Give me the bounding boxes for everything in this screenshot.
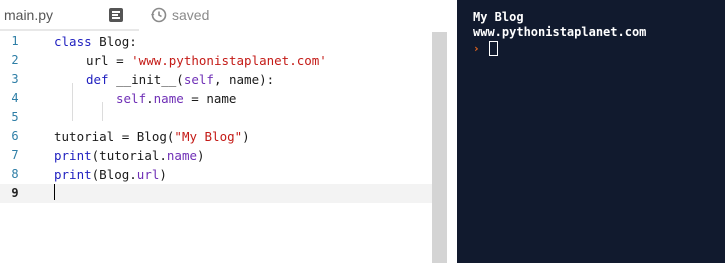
line-number: 3 bbox=[11, 72, 19, 86]
code-text: print(Blog.url) bbox=[54, 167, 167, 182]
indent-guide bbox=[102, 102, 103, 121]
code-text: class Blog: bbox=[54, 34, 137, 49]
code-line[interactable]: 3 def __init__(self, name): bbox=[0, 70, 432, 89]
terminal-cursor bbox=[489, 41, 498, 56]
code-text: tutorial = Blog("My Blog") bbox=[54, 129, 250, 144]
code-line[interactable]: 8 print(Blog.url) bbox=[0, 165, 432, 184]
code-line[interactable]: 2 url = 'www.pythonistaplanet.com' bbox=[0, 51, 432, 70]
console-output: My Blog www.pythonistaplanet.com bbox=[473, 10, 646, 40]
code-text: def __init__(self, name): bbox=[86, 72, 275, 87]
code-editor[interactable]: 1 class Blog: 2 url = 'www.pythonistapla… bbox=[0, 32, 432, 263]
code-text: print(tutorial.name) bbox=[54, 148, 205, 163]
line-number: 5 bbox=[11, 110, 19, 124]
console-pane[interactable]: My Blog www.pythonistaplanet.com › bbox=[457, 0, 725, 263]
code-token: name bbox=[153, 91, 184, 106]
code-token: def bbox=[86, 72, 109, 87]
code-text: self.name = name bbox=[116, 91, 237, 106]
line-number: 6 bbox=[11, 129, 19, 143]
line-number: 8 bbox=[11, 167, 19, 181]
line-number: 2 bbox=[11, 53, 19, 67]
code-token: 'www.pythonistaplanet.com' bbox=[131, 53, 327, 68]
code-line-active[interactable]: 9 bbox=[0, 184, 432, 203]
file-tab-label: main.py bbox=[4, 7, 54, 23]
editor-tab-bar: main.py saved bbox=[0, 0, 447, 31]
code-token: class bbox=[54, 34, 92, 49]
code-token: self bbox=[183, 72, 214, 87]
line-number: 9 bbox=[11, 186, 19, 200]
file-tab-main-py[interactable]: main.py bbox=[0, 0, 139, 31]
code-line[interactable]: 1 class Blog: bbox=[0, 32, 432, 51]
console-output-line: My Blog bbox=[473, 10, 524, 24]
history-icon bbox=[151, 7, 167, 23]
line-number: 1 bbox=[11, 34, 19, 48]
saved-status: saved bbox=[172, 7, 210, 23]
console-output-line: www.pythonistaplanet.com bbox=[473, 25, 647, 39]
code-text: url = 'www.pythonistaplanet.com' bbox=[86, 53, 327, 68]
files-icon[interactable] bbox=[109, 8, 123, 22]
code-token: print bbox=[54, 148, 92, 163]
code-line[interactable]: 5 bbox=[0, 108, 432, 127]
code-token: "My Blog" bbox=[174, 129, 243, 144]
code-token: self bbox=[116, 91, 147, 106]
editor-pane: main.py saved 1 class Blog: 2 url = 'www… bbox=[0, 0, 447, 263]
code-line[interactable]: 4 self.name = name bbox=[0, 89, 432, 108]
editor-scrollbar[interactable] bbox=[432, 32, 447, 263]
code-line[interactable]: 7 print(tutorial.name) bbox=[0, 146, 432, 165]
code-token: url bbox=[136, 167, 160, 182]
text-cursor bbox=[54, 184, 55, 200]
line-number: 7 bbox=[11, 148, 19, 162]
indent-guide bbox=[72, 83, 73, 121]
line-number: 4 bbox=[11, 91, 19, 105]
code-token: name bbox=[166, 148, 198, 163]
code-line[interactable]: 6 tutorial = Blog("My Blog") bbox=[0, 127, 432, 146]
prompt-icon: › bbox=[473, 42, 480, 55]
code-token: print bbox=[54, 167, 92, 182]
